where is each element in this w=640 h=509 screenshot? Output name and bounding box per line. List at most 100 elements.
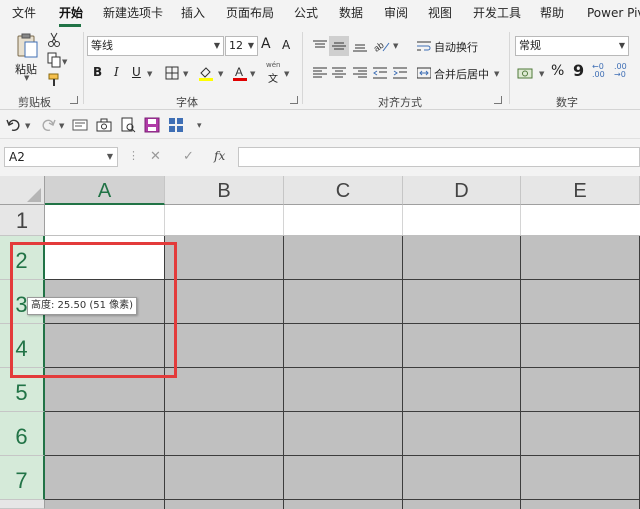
font-size-combo[interactable]: 12 ▼ bbox=[225, 36, 258, 56]
increase-decimal-button[interactable]: ←0 .00 bbox=[592, 63, 610, 79]
column-header-d[interactable]: D bbox=[403, 176, 521, 205]
fill-color-dropdown-icon[interactable]: ▼ bbox=[218, 70, 223, 78]
insert-function-icon[interactable]: fx bbox=[214, 149, 225, 163]
form-icon[interactable] bbox=[70, 115, 90, 135]
clipboard-launcher-icon[interactable] bbox=[70, 96, 78, 104]
row-header-7[interactable]: 7 bbox=[0, 456, 45, 500]
wrap-text-label[interactable]: 自动换行 bbox=[434, 39, 478, 55]
align-center-icon[interactable] bbox=[329, 63, 349, 83]
camera-icon[interactable] bbox=[94, 115, 114, 135]
merge-center-icon[interactable] bbox=[414, 63, 434, 83]
copy-dropdown-icon[interactable]: ▼ bbox=[62, 58, 67, 66]
borders-dropdown-icon[interactable]: ▼ bbox=[183, 70, 188, 78]
redo-icon[interactable] bbox=[38, 115, 58, 135]
font-color-dropdown-icon[interactable]: ▼ bbox=[250, 70, 255, 78]
wrap-text-icon[interactable] bbox=[414, 36, 434, 56]
tab-new[interactable]: 新建选项卡 bbox=[103, 6, 163, 20]
undo-icon[interactable] bbox=[4, 115, 24, 135]
borders-icon[interactable] bbox=[162, 63, 182, 83]
name-box-value: A2 bbox=[9, 150, 25, 164]
select-all-corner[interactable] bbox=[0, 176, 45, 205]
phonetic-guide-icon[interactable]: 文 bbox=[268, 70, 278, 85]
highlight-annotation-box bbox=[10, 242, 177, 378]
percent-button[interactable]: % bbox=[551, 63, 564, 79]
phonetic-dropdown-icon[interactable]: ▼ bbox=[284, 70, 289, 78]
font-name-combo[interactable]: 等线 ▼ bbox=[87, 36, 224, 56]
formula-input[interactable] bbox=[238, 147, 640, 167]
print-preview-icon[interactable] bbox=[118, 115, 138, 135]
column-header-c[interactable]: C bbox=[284, 176, 403, 205]
decrease-decimal-button[interactable]: .00 →0 bbox=[614, 63, 632, 79]
redo-dropdown-icon[interactable]: ▼ bbox=[59, 122, 64, 130]
font-launcher-icon[interactable] bbox=[290, 96, 298, 104]
paste-dropdown-icon[interactable]: ▼ bbox=[24, 74, 29, 82]
copy-icon[interactable] bbox=[44, 50, 64, 70]
accounting-icon[interactable] bbox=[516, 63, 536, 83]
chevron-down-icon: ▼ bbox=[618, 41, 625, 50]
tab-insert[interactable]: 插入 bbox=[181, 6, 205, 20]
chevron-down-icon: ▼ bbox=[247, 41, 254, 50]
excel-window: 文件 开始 新建选项卡 插入 页面布局 公式 数据 审阅 视图 开发工具 帮助 … bbox=[0, 0, 640, 509]
tab-home[interactable]: 开始 bbox=[59, 6, 83, 20]
tab-power-pivot[interactable]: Power Piv bbox=[587, 6, 640, 20]
enter-icon[interactable]: ✓ bbox=[183, 149, 194, 164]
decrease-indent-icon[interactable] bbox=[370, 63, 390, 83]
format-painter-icon[interactable] bbox=[44, 70, 64, 90]
row-1-cells[interactable] bbox=[45, 205, 640, 235]
tab-formulas[interactable]: 公式 bbox=[294, 6, 318, 20]
align-bottom-icon[interactable] bbox=[350, 36, 370, 56]
font-group-label: 字体 bbox=[176, 96, 198, 109]
number-group-label: 数字 bbox=[556, 96, 578, 109]
align-middle-icon[interactable] bbox=[329, 36, 349, 56]
cut-icon[interactable] bbox=[44, 30, 64, 50]
merge-center-label[interactable]: 合并后居中 bbox=[434, 66, 489, 82]
column-header-a[interactable]: A bbox=[45, 176, 165, 205]
column-header-e[interactable]: E bbox=[521, 176, 640, 205]
tab-review[interactable]: 审阅 bbox=[384, 6, 408, 20]
row-header-1[interactable]: 1 bbox=[0, 205, 45, 236]
font-color-icon[interactable]: A bbox=[230, 63, 250, 83]
quick-access-toolbar: ▼ ▼ ▾ bbox=[0, 111, 640, 139]
alignment-group-label: 对齐方式 bbox=[378, 96, 422, 109]
orientation-dropdown-icon[interactable]: ▼ bbox=[393, 42, 398, 50]
tab-page-layout[interactable]: 页面布局 bbox=[226, 6, 274, 20]
fill-color-icon[interactable] bbox=[196, 63, 216, 83]
cancel-icon[interactable]: ✕ bbox=[150, 149, 161, 164]
italic-button[interactable]: I bbox=[114, 65, 119, 79]
bold-button[interactable]: B bbox=[93, 65, 102, 79]
align-left-icon[interactable] bbox=[310, 63, 330, 83]
tab-file[interactable]: 文件 bbox=[12, 6, 36, 20]
comma-style-button[interactable]: 9 bbox=[573, 61, 584, 80]
save-icon[interactable] bbox=[142, 115, 162, 135]
tab-data[interactable]: 数据 bbox=[339, 6, 363, 20]
phonetic-guide-top[interactable]: wén bbox=[266, 61, 280, 69]
underline-dropdown-icon[interactable]: ▼ bbox=[147, 70, 152, 78]
tab-view[interactable]: 视图 bbox=[428, 6, 452, 20]
tab-developer[interactable]: 开发工具 bbox=[473, 6, 521, 20]
chevron-down-icon: ▼ bbox=[213, 41, 220, 50]
paste-icon[interactable] bbox=[14, 32, 40, 60]
group-separator bbox=[509, 32, 510, 104]
customize-qat-icon[interactable]: ▾ bbox=[197, 121, 202, 131]
font-size-value: 12 bbox=[229, 39, 243, 52]
undo-dropdown-icon[interactable]: ▼ bbox=[25, 122, 30, 130]
align-right-icon[interactable] bbox=[350, 63, 370, 83]
align-top-icon[interactable] bbox=[310, 36, 330, 56]
orientation-icon[interactable]: ab bbox=[372, 36, 392, 56]
merge-dropdown-icon[interactable]: ▼ bbox=[494, 70, 499, 78]
alignment-launcher-icon[interactable] bbox=[494, 96, 502, 104]
grid-icon[interactable] bbox=[166, 115, 186, 135]
shrink-font-icon[interactable]: A bbox=[282, 38, 290, 52]
group-separator bbox=[83, 32, 84, 104]
increase-indent-icon[interactable] bbox=[390, 63, 410, 83]
number-format-combo[interactable]: 常规 ▼ bbox=[515, 36, 629, 56]
grow-font-icon[interactable]: A bbox=[261, 36, 271, 52]
accounting-dropdown-icon[interactable]: ▼ bbox=[539, 70, 544, 78]
gridline bbox=[520, 236, 521, 509]
row-header-6[interactable]: 6 bbox=[0, 412, 45, 456]
name-box[interactable]: A2 ▼ bbox=[4, 147, 118, 167]
underline-button[interactable]: U bbox=[132, 65, 141, 79]
row-header-8[interactable] bbox=[0, 500, 45, 509]
column-header-b[interactable]: B bbox=[165, 176, 284, 205]
tab-help[interactable]: 帮助 bbox=[540, 6, 564, 20]
